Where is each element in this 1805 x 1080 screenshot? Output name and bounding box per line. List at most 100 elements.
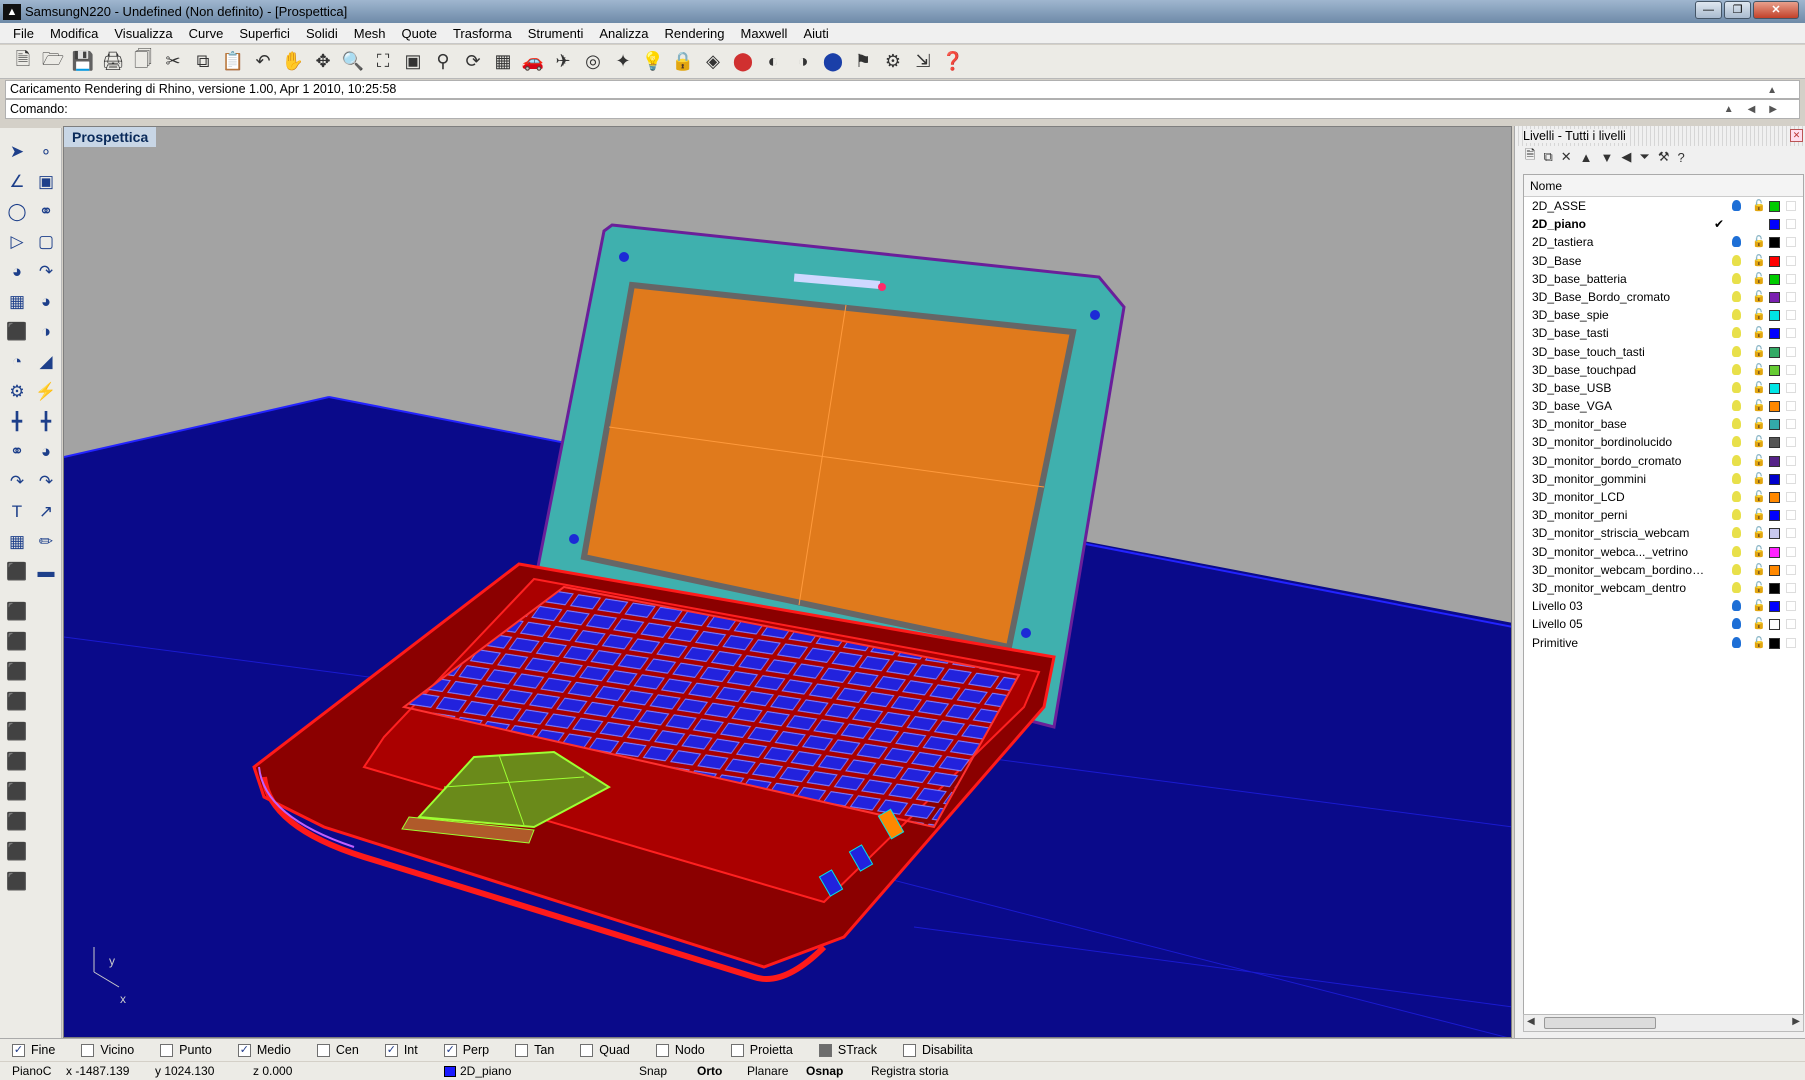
layer-visibility-bulb-icon[interactable] [1732,400,1741,412]
osnap-tan[interactable]: Tan [515,1043,554,1057]
light-icon[interactable]: 💡 [638,48,668,76]
layer-name[interactable]: 3D_base_touchpad [1532,361,1707,379]
left-tool-24-icon[interactable]: ↷ [32,468,60,495]
layer-visibility-bulb-icon[interactable] [1732,254,1741,266]
planare-toggle[interactable]: Planare [747,1062,788,1080]
left-tool-6-icon[interactable]: ⚭ [32,198,60,225]
solid-tool-8-icon[interactable]: ⬛ [3,808,31,835]
layer-material-swatch[interactable] [1786,401,1796,412]
layer-lock-icon[interactable]: 🔓 [1752,524,1766,542]
left-tool-25-icon[interactable]: T [3,498,31,525]
menu-quote[interactable]: Quote [394,26,445,41]
layer-row[interactable]: 2D_tastiera 🔓 [1524,233,1803,251]
layer-material-swatch[interactable] [1786,546,1796,557]
layer-row[interactable]: 3D_monitor_webcam_bordinoro... 🔓 [1524,561,1803,579]
layer-row[interactable]: 3D_Base_Bordo_cromato 🔓 [1524,288,1803,306]
osnap-cen[interactable]: Cen [316,1043,359,1057]
rotate-view-icon[interactable]: ✥ [308,48,338,76]
minimize-button[interactable]: — [1695,1,1722,19]
layer-name[interactable]: 3D_monitor_base [1532,415,1707,433]
rotate-icon[interactable]: ⟳ [458,48,488,76]
left-tool-8-icon[interactable]: ▢ [32,228,60,255]
layer-visibility-bulb-icon[interactable] [1732,381,1741,393]
new-icon[interactable]: 🗎 [8,48,38,76]
osnap-checkbox[interactable]: ✓ [384,1043,398,1057]
left-tool-12-icon[interactable]: ◕ [32,288,60,315]
layer-material-swatch[interactable] [1786,310,1796,321]
left-tool-26-icon[interactable]: ↗ [32,498,60,525]
left-tool-21-icon[interactable]: ⚭ [3,438,31,465]
layer-color-swatch[interactable] [1769,528,1780,540]
layer-visibility-bulb-icon[interactable] [1732,272,1741,284]
layer-visibility-bulb-icon[interactable] [1732,563,1741,575]
layer-material-swatch[interactable] [1786,419,1796,430]
copy-icon[interactable]: ⧉ [188,48,218,76]
left-tool-1-icon[interactable]: ➤ [3,138,31,165]
left-tool-15-icon[interactable]: ◔ [3,348,31,375]
left-tool-3-icon[interactable]: ∠ [3,168,31,195]
zoom-window-icon[interactable]: ⛶ [368,48,398,76]
target-icon[interactable]: ◎ [578,48,608,76]
record-history-toggle[interactable]: Registra storia [871,1062,948,1080]
menu-analizza[interactable]: Analizza [591,26,656,41]
help-icon[interactable]: ? [1677,150,1684,165]
scroll-thumb[interactable] [1544,1017,1656,1029]
left-tool-19-icon[interactable]: ╋ [3,408,31,435]
layer-color-swatch[interactable] [1769,382,1780,394]
zoom-selected-icon[interactable]: ⚲ [428,48,458,76]
layer-material-swatch[interactable] [1786,564,1796,575]
layer-visibility-bulb-icon[interactable] [1732,527,1741,539]
layer-color-swatch[interactable] [1769,546,1780,558]
osnap-checkbox[interactable] [515,1043,529,1057]
layer-visibility-bulb-icon[interactable] [1732,290,1741,302]
menu-solidi[interactable]: Solidi [298,26,346,41]
layer-color-swatch[interactable] [1769,201,1780,212]
layer-color-swatch[interactable] [1769,401,1780,413]
pan-icon[interactable]: ✋ [278,48,308,76]
layer-name[interactable]: 2D_piano [1532,215,1707,233]
layer-name[interactable]: 3D_base_tasti [1532,324,1707,342]
layer-color-swatch[interactable] [1769,419,1780,431]
layer-material-swatch[interactable] [1786,582,1796,593]
zoom-icon[interactable]: 🔍 [338,48,368,76]
layer-row[interactable]: 3D_base_batteria 🔓 [1524,270,1803,288]
layer-name[interactable]: Livello 05 [1532,615,1707,633]
layer-visibility-bulb-icon[interactable] [1732,236,1741,248]
layer-color-swatch[interactable] [1769,582,1780,594]
osnap-checkbox[interactable] [655,1043,669,1057]
osnap-punto[interactable]: Punto [160,1043,212,1057]
left-tool-27-icon[interactable]: ▦ [3,528,31,555]
menu-maxwell[interactable]: Maxwell [732,26,795,41]
left-tool-5-icon[interactable]: ◯ [3,198,31,225]
help-icon[interactable]: ❓ [938,48,968,76]
layer-color-swatch[interactable] [1769,564,1780,576]
menu-trasforma[interactable]: Trasforma [445,26,520,41]
layer-row[interactable]: 3D_monitor_striscia_webcam 🔓 [1524,524,1803,542]
wire-icon[interactable]: ◑ [788,48,818,76]
layer-row[interactable]: 3D_monitor_gommini 🔓 [1524,470,1803,488]
layer-lock-icon[interactable]: 🔓 [1752,397,1766,415]
solid-tool-5-icon[interactable]: ⬛ [3,718,31,745]
layer-lock-icon[interactable]: 🔓 [1752,543,1766,561]
layer-name[interactable]: 3D_monitor_gommini [1532,470,1707,488]
render-icon[interactable]: ◈ [698,48,728,76]
maximize-button[interactable]: ❐ [1724,1,1751,19]
layer-color-swatch[interactable] [1769,328,1780,340]
layer-material-swatch[interactable] [1786,328,1796,339]
layer-color-swatch[interactable] [1769,237,1780,249]
layer-visibility-bulb-icon[interactable] [1732,600,1741,612]
layer-row[interactable]: 3D_base_USB 🔓 [1524,379,1803,397]
layer-name[interactable]: 2D_tastiera [1532,233,1707,251]
osnap-disabilita[interactable]: Disabilita [902,1043,973,1057]
menu-file[interactable]: File [5,26,42,41]
osnap-checkbox[interactable] [580,1043,594,1057]
move-up-icon[interactable]: ▲ [1580,150,1593,165]
print-icon[interactable]: 🖨 [98,48,128,76]
layer-row[interactable]: 3D_base_spie 🔓 [1524,306,1803,324]
left-tool-10-icon[interactable]: ↷ [32,258,60,285]
layer-visibility-bulb-icon[interactable] [1732,472,1741,484]
layer-material-swatch[interactable] [1786,201,1796,211]
osnap-fine[interactable]: ✓ Fine [12,1043,55,1057]
filter-icon[interactable]: ⏷ [1639,149,1649,165]
osnap-perp[interactable]: ✓ Perp [443,1043,489,1057]
